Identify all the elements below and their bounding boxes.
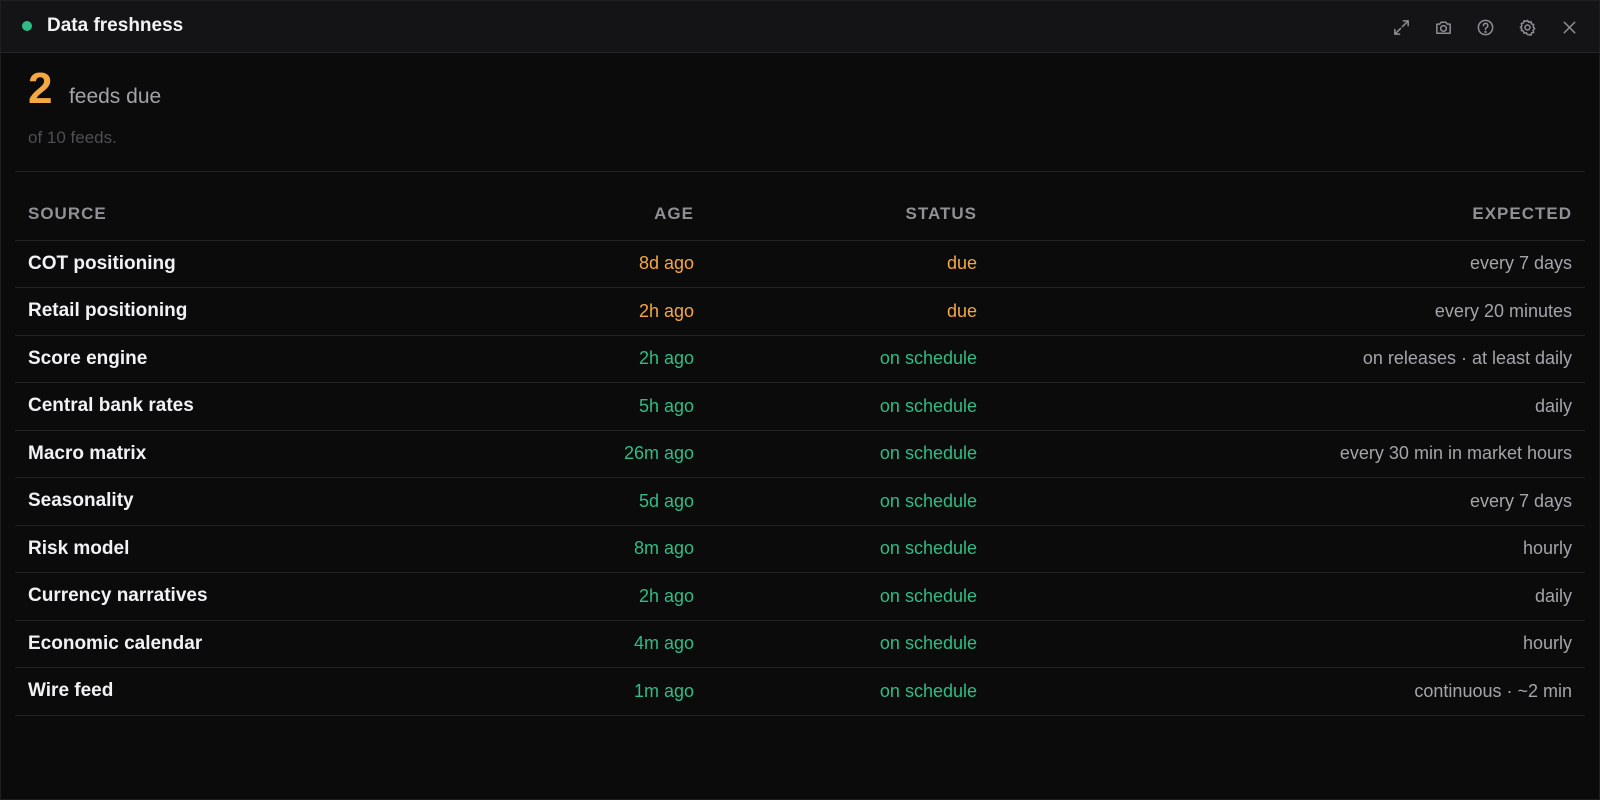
total-feeds-text: of 10 feeds. (28, 128, 117, 147)
table-row[interactable]: COT positioning 8d ago due every 7 days (15, 240, 1585, 288)
table-row[interactable]: Seasonality 5d ago on schedule every 7 days (15, 477, 1585, 526)
expected-cell: hourly (990, 525, 1585, 573)
source-cell: Central bank rates (15, 382, 515, 431)
divider (15, 171, 1585, 172)
status-dot (22, 21, 32, 31)
table-row[interactable]: Macro matrix 26m ago on schedule every 30 m… (15, 430, 1585, 478)
due-count: 2 (28, 64, 53, 113)
camera-icon[interactable] (1427, 11, 1459, 43)
age-cell: 2h ago (515, 335, 707, 383)
status-cell: on schedule (707, 477, 990, 526)
age-cell: 5d ago (515, 477, 707, 526)
status-cell: on schedule (707, 430, 990, 478)
age-cell: 2h ago (515, 572, 707, 621)
header-status[interactable]: STATUS (707, 189, 990, 241)
expected-cell: continuous · ~2 min (990, 667, 1585, 716)
feeds-table: SOURCE AGE STATUS EXPECTED COT positioni… (15, 189, 1585, 716)
table-row[interactable]: Retail positioning 2h ago due every 20 minu… (15, 287, 1585, 336)
table-row[interactable]: Risk model 8m ago on schedule hourly (15, 525, 1585, 573)
table-row[interactable]: Central bank rates 5h ago on schedule daily (15, 382, 1585, 431)
source-cell: Macro matrix (15, 430, 515, 478)
status-cell: on schedule (707, 667, 990, 716)
age-cell: 8d ago (515, 240, 707, 288)
expected-cell: hourly (990, 620, 1585, 668)
expected-cell: every 7 days (990, 240, 1585, 288)
close-icon[interactable] (1553, 11, 1585, 43)
expected-cell: every 20 minutes (990, 287, 1585, 336)
source-cell: COT positioning (15, 240, 515, 288)
source-cell: Currency narratives (15, 572, 515, 621)
status-cell: due (707, 287, 990, 336)
table-row[interactable]: Wire feed 1m ago on schedule continuous · ~… (15, 667, 1585, 716)
status-cell: due (707, 240, 990, 288)
age-cell: 1m ago (515, 667, 707, 716)
due-summary: 2 feeds due (28, 61, 161, 117)
table-row[interactable]: Score engine 2h ago on schedule on releases… (15, 335, 1585, 383)
data-freshness-panel: Data freshness 2 feeds due of 10 feeds. (0, 0, 1600, 800)
source-cell: Retail positioning (15, 287, 515, 336)
source-cell: Wire feed (15, 667, 515, 716)
age-cell: 8m ago (515, 525, 707, 573)
status-cell: on schedule (707, 335, 990, 383)
header-expected[interactable]: EXPECTED (990, 189, 1585, 241)
table-row[interactable]: Economic calendar 4m ago on schedule hourly (15, 620, 1585, 668)
expected-cell: daily (990, 382, 1585, 431)
source-cell: Risk model (15, 525, 515, 573)
header-age[interactable]: AGE (515, 189, 707, 241)
expected-cell: every 30 min in market hours (990, 430, 1585, 478)
expand-icon[interactable] (1385, 11, 1417, 43)
source-cell: Economic calendar (15, 620, 515, 668)
expected-cell: every 7 days (990, 477, 1585, 526)
table-header-row: SOURCE AGE STATUS EXPECTED (15, 189, 1585, 241)
table-row[interactable]: Currency narratives 2h ago on schedule dail… (15, 572, 1585, 621)
age-cell: 5h ago (515, 382, 707, 431)
source-cell: Seasonality (15, 477, 515, 526)
window-controls (1385, 11, 1585, 43)
due-count-label: feeds due (68, 85, 162, 108)
status-cell: on schedule (707, 620, 990, 668)
expected-cell: on releases · at least daily (990, 335, 1585, 383)
header-source[interactable]: SOURCE (15, 189, 515, 241)
expected-cell: daily (990, 572, 1585, 621)
age-cell: 2h ago (515, 287, 707, 336)
status-cell: on schedule (707, 572, 990, 621)
title-bar: Data freshness (1, 1, 1599, 53)
gear-icon[interactable] (1511, 11, 1543, 43)
help-icon[interactable] (1469, 11, 1501, 43)
status-cell: on schedule (707, 525, 990, 573)
age-cell: 26m ago (515, 430, 707, 478)
status-cell: on schedule (707, 382, 990, 431)
source-cell: Score engine (15, 335, 515, 383)
age-cell: 4m ago (515, 620, 707, 668)
panel-title: Data freshness (47, 15, 184, 36)
